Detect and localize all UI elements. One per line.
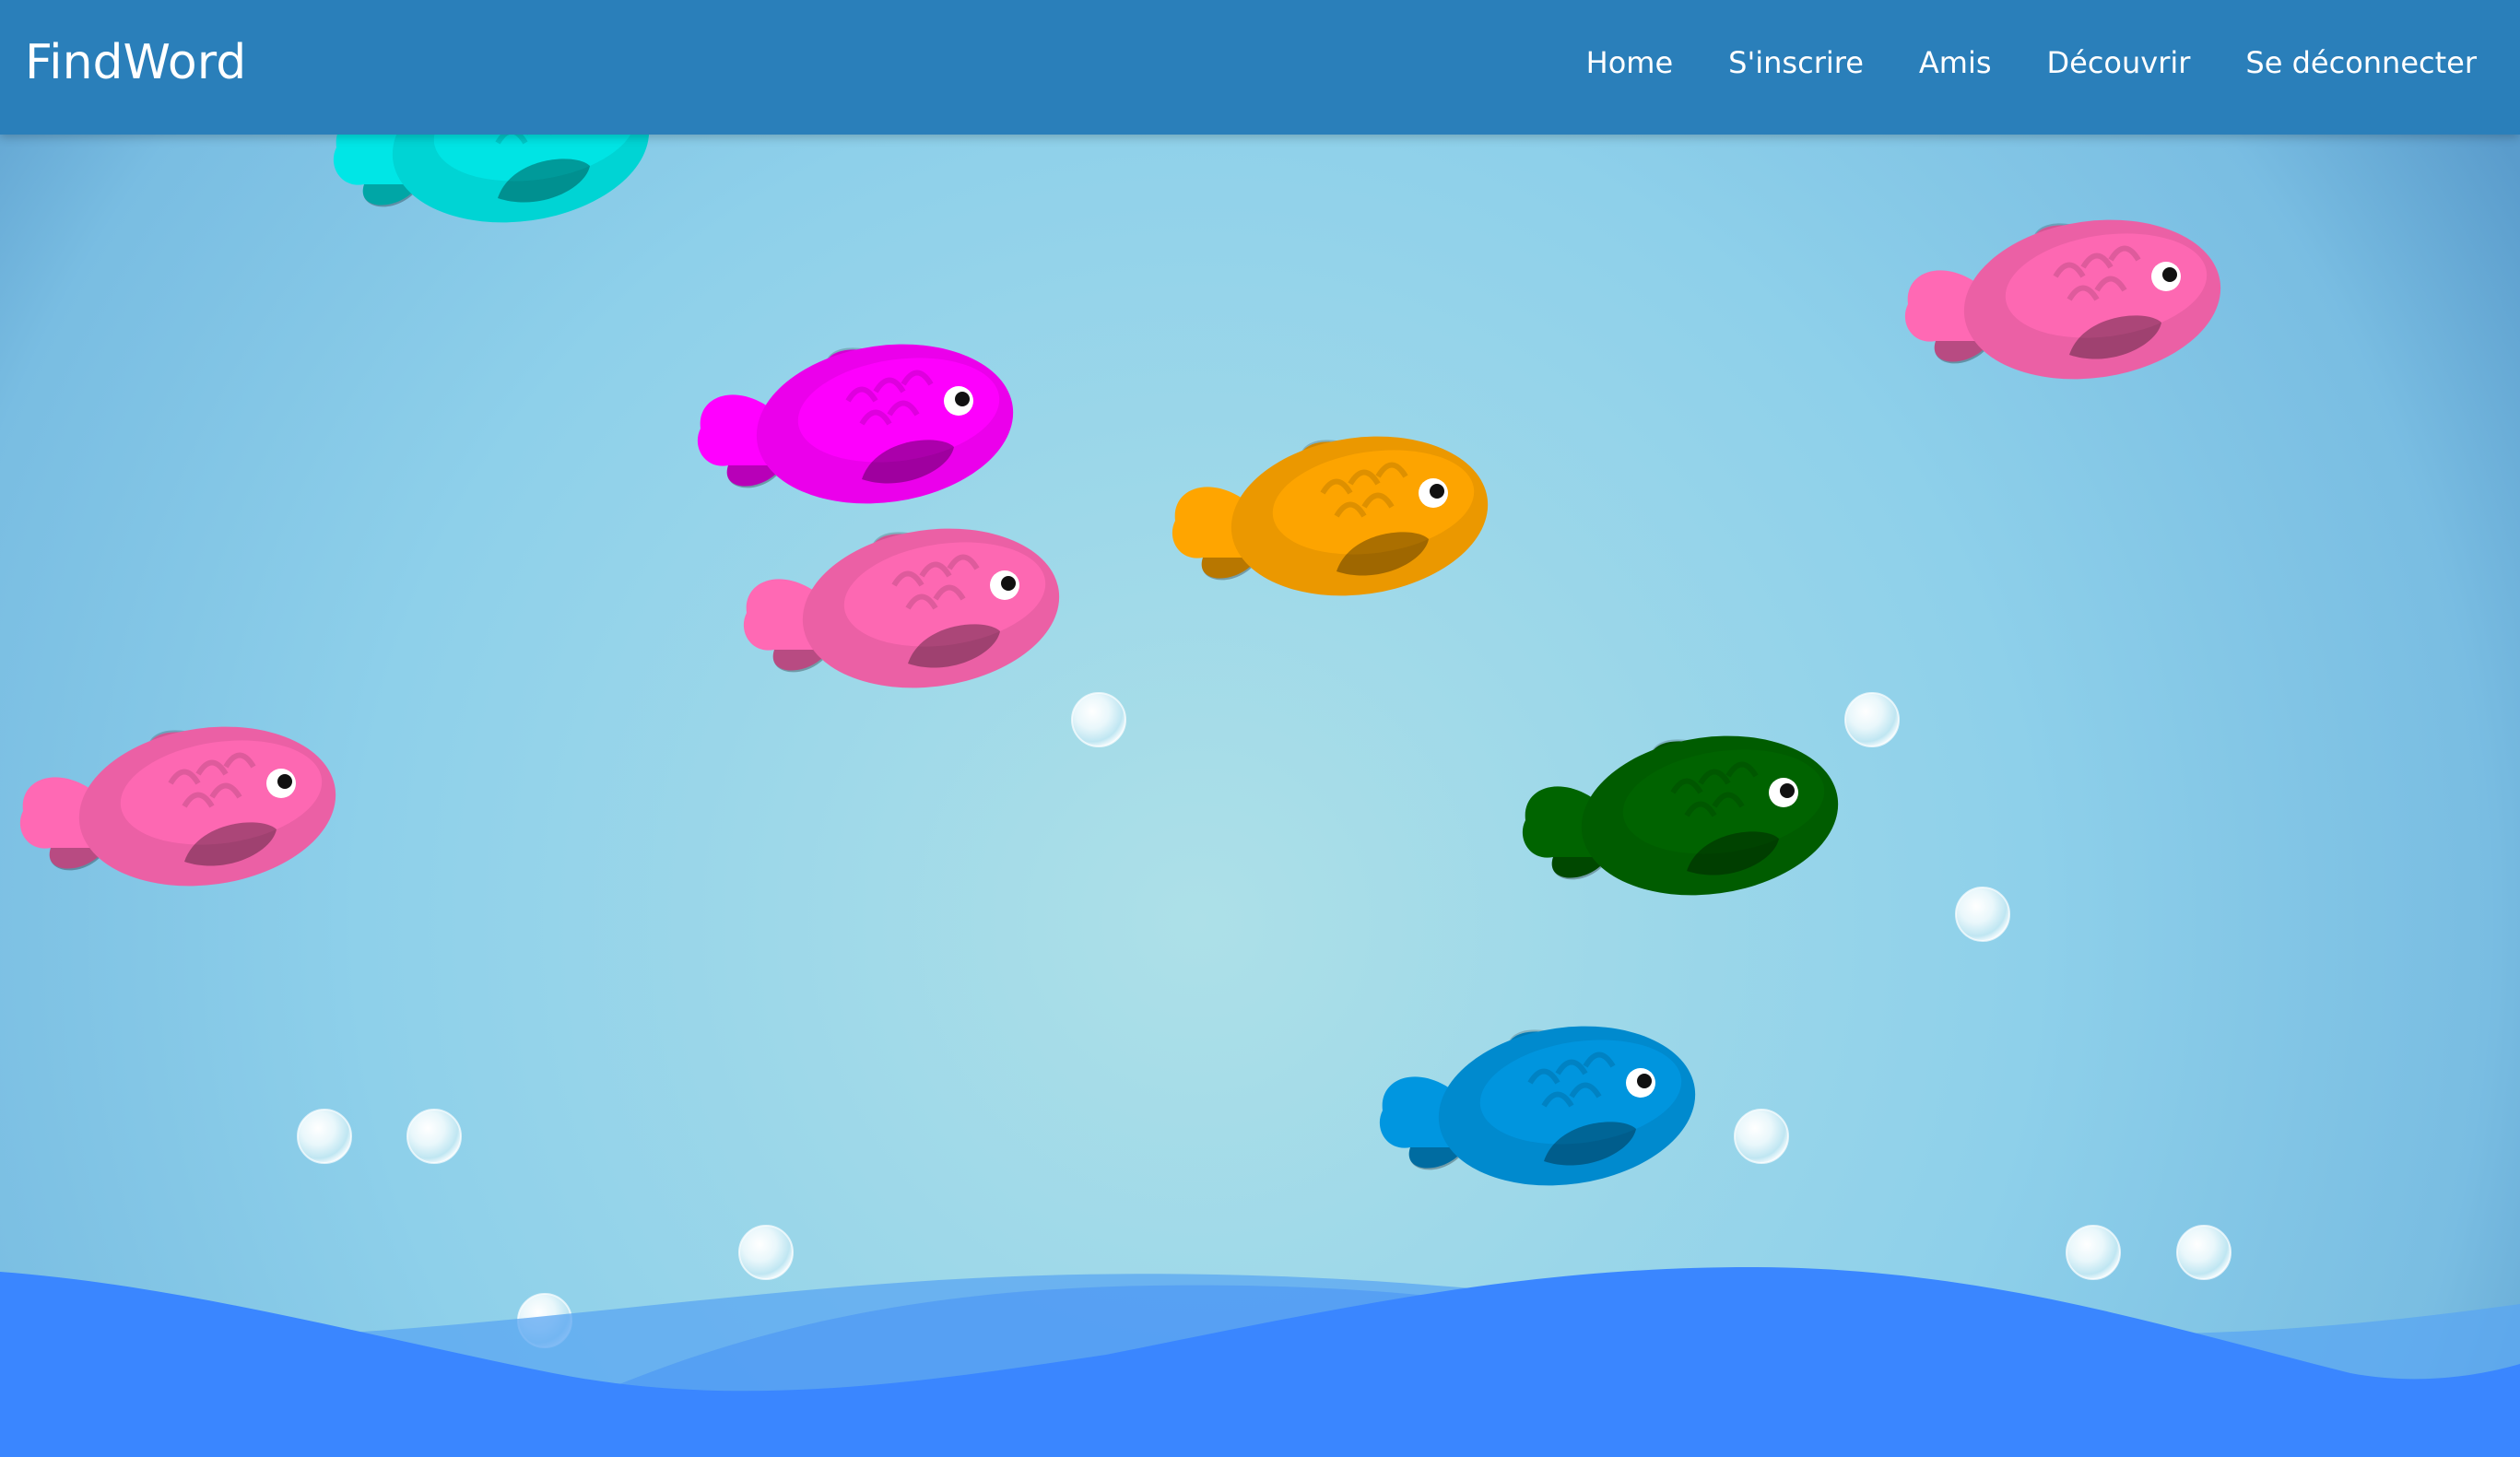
nav-link-discover[interactable]: Découvrir — [2047, 40, 2191, 86]
water-background — [0, 0, 2520, 1457]
page: FindWord Home S'inscrire Amis Découvrir … — [0, 0, 2520, 1457]
nav-link-home[interactable]: Home — [1586, 40, 1674, 86]
bubble-icon — [2176, 1225, 2231, 1280]
bubble-icon — [406, 1109, 462, 1164]
aquarium-scene — [0, 0, 2520, 1457]
nav-link-friends[interactable]: Amis — [1919, 40, 1992, 86]
bubble-icon — [2066, 1225, 2121, 1280]
bubble-icon — [1734, 1109, 1789, 1164]
bubble-icon — [1955, 887, 2010, 942]
top-navbar: FindWord Home S'inscrire Amis Découvrir … — [0, 0, 2520, 135]
bubble-icon — [1844, 692, 1900, 747]
bubble-icon — [738, 1225, 794, 1280]
nav-link-logout[interactable]: Se déconnecter — [2245, 40, 2477, 86]
nav-menu: Home S'inscrire Amis Découvrir Se déconn… — [1586, 40, 2477, 86]
brand-logo[interactable]: FindWord — [25, 30, 246, 95]
bubble-icon — [1071, 692, 1126, 747]
nav-link-signup[interactable]: S'inscrire — [1728, 40, 1864, 86]
bubble-icon — [297, 1109, 352, 1164]
